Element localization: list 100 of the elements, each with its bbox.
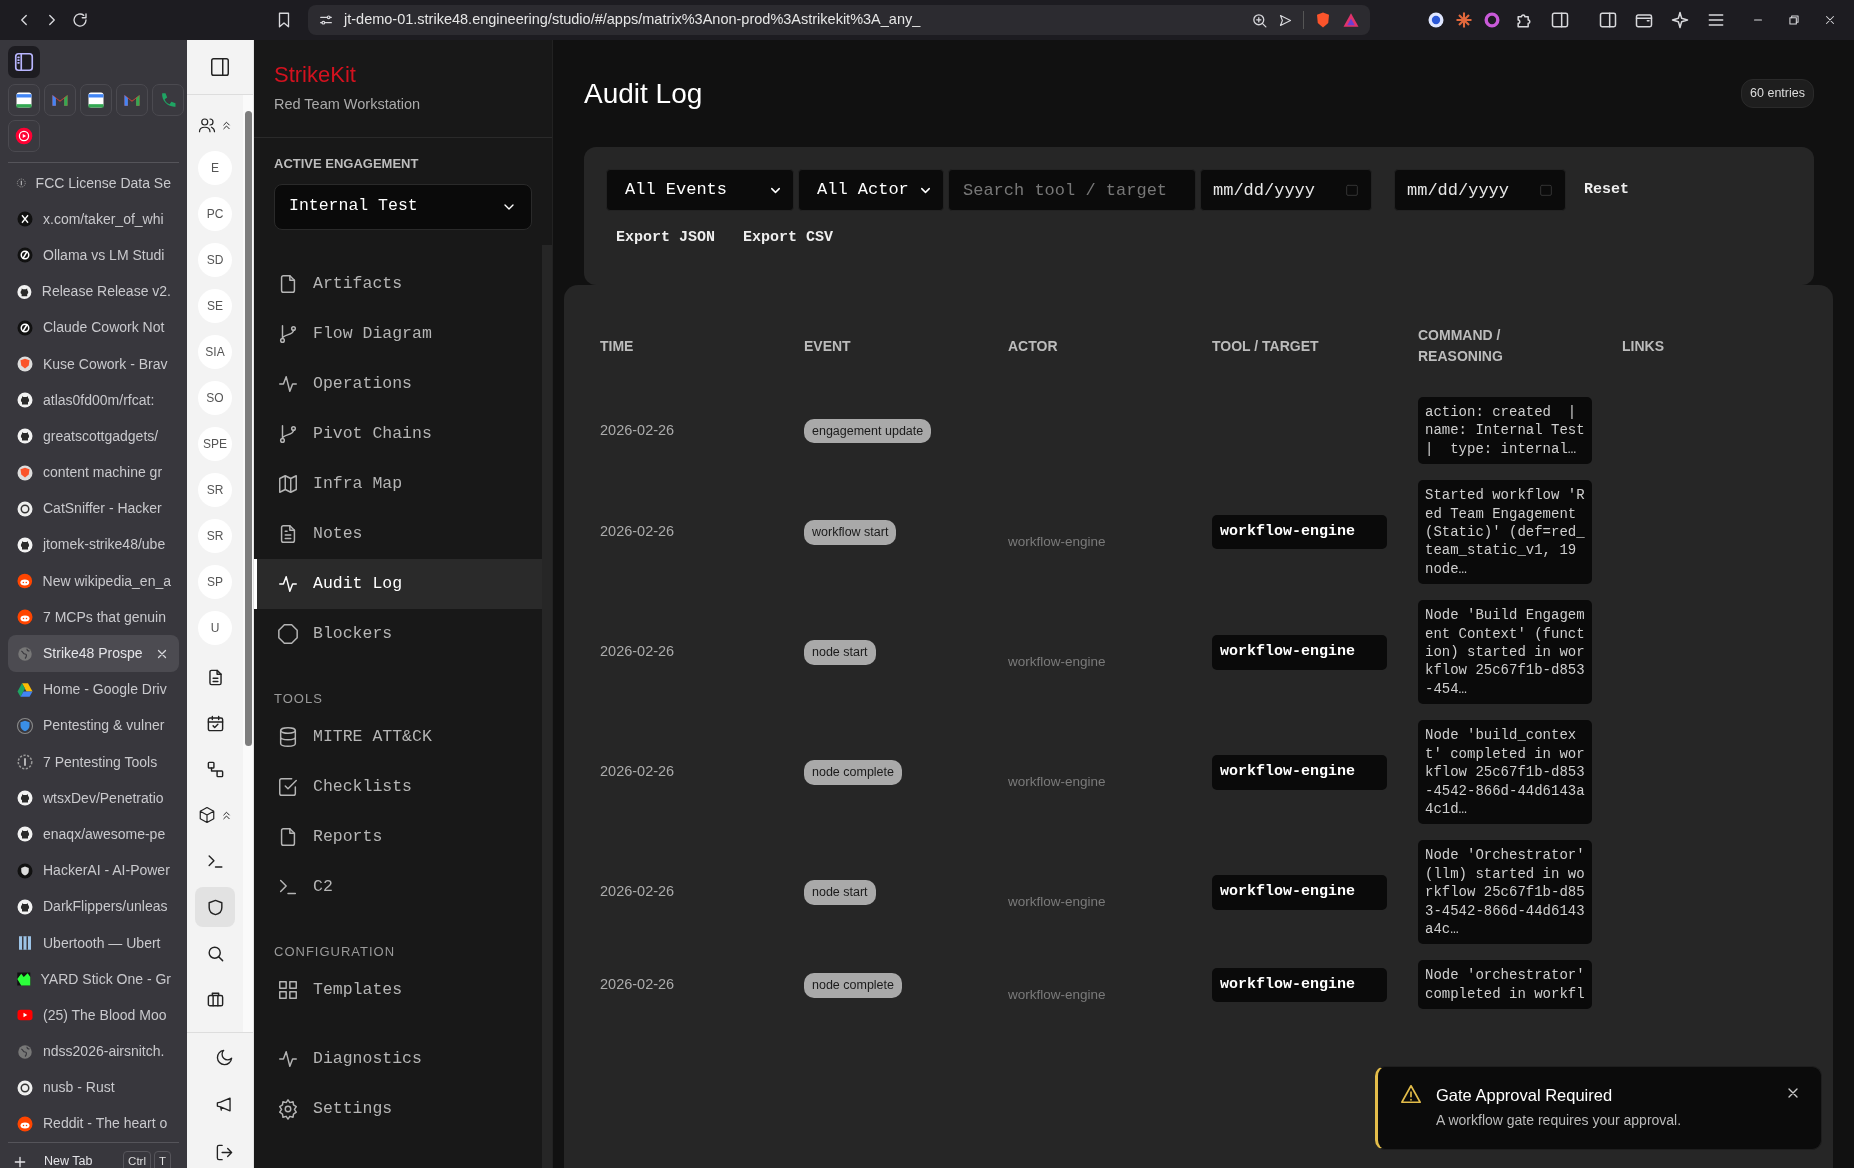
browser-tab[interactable]: Pentesting & vulner (8, 707, 179, 744)
engagement-avatar[interactable]: SD (198, 243, 232, 277)
browser-tab[interactable]: Claude Cowork Not (8, 309, 179, 346)
engagement-avatar[interactable]: SE (198, 289, 232, 323)
browser-tab[interactable]: greatscottgadgets/ (8, 418, 179, 455)
nav-item[interactable]: Audit Log (254, 559, 542, 609)
nav-item[interactable]: Diagnostics (254, 1034, 542, 1084)
nav-item[interactable]: MITRE ATT&CK (254, 712, 542, 762)
pinned-tab[interactable] (80, 84, 112, 116)
engagement-avatar[interactable]: SP (198, 565, 232, 599)
browser-tab[interactable]: x.com/taker_of_whi (8, 201, 179, 238)
nav-item[interactable]: Templates (254, 965, 542, 1015)
engagement-avatar[interactable]: E (198, 151, 232, 185)
browser-tab[interactable]: CatSniffer - Hacker (8, 490, 179, 527)
nav-item[interactable]: Checklists (254, 762, 542, 812)
browser-tab[interactable]: HackerAI - AI-Power (8, 852, 179, 889)
column-header: TIME (600, 336, 635, 356)
engagement-dropdown[interactable]: Internal Test (274, 183, 532, 230)
export-button[interactable]: Export JSON (606, 221, 726, 256)
extension-icon[interactable] (1426, 10, 1446, 30)
command-cell: Started workflow 'Red Team Engagement (Static)' (def=red_team_static_v1, 19 node… (1418, 480, 1592, 585)
date-field[interactable]: mm/dd/yyyy (1394, 169, 1566, 211)
nav-item[interactable]: Flow Diagram (254, 309, 542, 359)
nav-item[interactable]: Reports (254, 812, 542, 862)
panel-icon (209, 56, 231, 78)
nav-item[interactable]: Notes (254, 509, 542, 559)
shield-icon (16, 716, 34, 735)
calendar-icon (14, 90, 34, 110)
sidebar-toggle-button[interactable] (8, 46, 40, 78)
rail-button[interactable] (195, 887, 235, 927)
actor-cell-text: workflow-engine (1008, 533, 1107, 552)
map-icon (277, 473, 299, 495)
ring-icon[interactable] (1482, 10, 1502, 30)
browser-tab[interactable]: (25) The Blood Moo (8, 997, 179, 1034)
date-field[interactable]: mm/dd/yyyy (1200, 169, 1372, 211)
entry-count: 60 entries (1741, 79, 1814, 108)
nav-item[interactable]: C2 (254, 862, 542, 912)
triangle-icon (16, 680, 34, 699)
actor-filter-dropdown[interactable]: All Actor (798, 169, 944, 211)
engagement-avatar[interactable]: SR (198, 473, 232, 507)
nav-item[interactable]: Pivot Chains (254, 409, 542, 459)
browser-tab[interactable]: ndss2026-airsnitch. (8, 1033, 179, 1070)
event-filter-dropdown[interactable]: All Events (606, 169, 794, 211)
nav-item[interactable]: Operations (254, 359, 542, 409)
browser-tab[interactable]: jtomek-strike48/ube (8, 526, 179, 564)
zoom-icon (1251, 11, 1268, 29)
command-cell: Node 'Build Engagement Context' (function) started in workflow 25c67f1b-d853-454… (1418, 600, 1592, 705)
reset-button[interactable]: Reset (1574, 172, 1639, 208)
nav-item[interactable]: Blockers (254, 609, 542, 659)
engagement-avatar[interactable]: SIA (198, 335, 232, 369)
actor-cell-text: workflow-engine (1008, 893, 1107, 912)
browser-tab[interactable]: 7 MCPs that genuin (8, 599, 179, 636)
sidebar-icon (1598, 10, 1618, 30)
shield-icon (16, 355, 34, 374)
new-tab-button[interactable]: New Tab Ctrl T (8, 1142, 179, 1168)
browser-tab[interactable]: FCC License Data Se (8, 165, 179, 202)
browser-tab[interactable]: enaqx/awesome-pe (8, 816, 179, 853)
app-logo-text: StrikeKit (274, 62, 357, 88)
browser-tab[interactable]: Reddit - The heart o (8, 1105, 179, 1143)
scrollbar-track[interactable] (542, 245, 552, 1168)
browser-tab[interactable]: Home - Google Driv (8, 671, 179, 708)
browser-tab[interactable]: Kuse Cowork - Brav (8, 345, 179, 383)
search-field[interactable]: Search tool / target (948, 169, 1196, 211)
nav-item[interactable]: Settings (254, 1084, 542, 1134)
sunburst-icon[interactable] (1454, 10, 1474, 30)
browser-tab[interactable]: DarkFlippers/unleas (8, 888, 179, 925)
address-bar[interactable]: jt-demo-01.strike48.engineering/studio/#/apps/matrix%3Anon-prod%3Astrikekit%3A_any_ (308, 5, 1370, 35)
browser-tab[interactable]: 7 Pentesting Tools (8, 744, 179, 781)
browser-tab[interactable]: atlas0fd00m/rfcat: (8, 382, 179, 419)
people-icon (197, 116, 216, 134)
browser-tab[interactable]: nusb - Rust (8, 1069, 179, 1106)
engagement-avatar[interactable]: SR (198, 519, 232, 553)
event-tag: node start (804, 640, 876, 666)
warning-icon (1400, 1082, 1422, 1105)
engagement-avatar[interactable]: U (198, 611, 232, 645)
browser-tab[interactable]: Release Release v2. (8, 273, 179, 310)
browser-tab[interactable]: content machine gr (8, 454, 179, 491)
time-cell-text: 2026-02-26 (600, 642, 676, 662)
browser-tab[interactable]: Ollama vs LM Studi (8, 237, 179, 274)
browser-tab[interactable]: YARD Stick One - Gr (8, 961, 179, 998)
engagement-avatar[interactable]: PC (198, 197, 232, 231)
triangle-icon[interactable] (1342, 11, 1360, 29)
browser-tab[interactable]: Strike48 Prospe (8, 635, 179, 672)
pinned-tab[interactable] (8, 84, 40, 116)
section-label: ACTIVE ENGAGEMENT (274, 155, 420, 173)
browser-tab[interactable]: wtsxDev/Penetratio (8, 780, 179, 817)
target-chip: workflow-engine (1212, 515, 1387, 550)
alien-icon (16, 572, 34, 591)
command-cell: action: created | name: Internal Test | type: internal… (1418, 397, 1592, 465)
nav-item[interactable]: Artifacts (254, 259, 542, 309)
engagement-avatar[interactable]: SO (198, 381, 232, 415)
pinned-tab[interactable] (8, 120, 40, 152)
shortcut-key: Ctrl (123, 1151, 151, 1168)
nav-item[interactable]: Infra Map (254, 459, 542, 509)
lion-shield-icon[interactable] (1314, 11, 1332, 29)
browser-tab[interactable]: Ubertooth — Ubert (8, 924, 179, 962)
engagement-avatar[interactable]: SPE (198, 427, 232, 461)
target-chip: workflow-engine (1212, 755, 1387, 790)
export-button[interactable]: Export CSV (733, 221, 844, 256)
browser-tab[interactable]: New wikipedia_en_a (8, 563, 179, 600)
